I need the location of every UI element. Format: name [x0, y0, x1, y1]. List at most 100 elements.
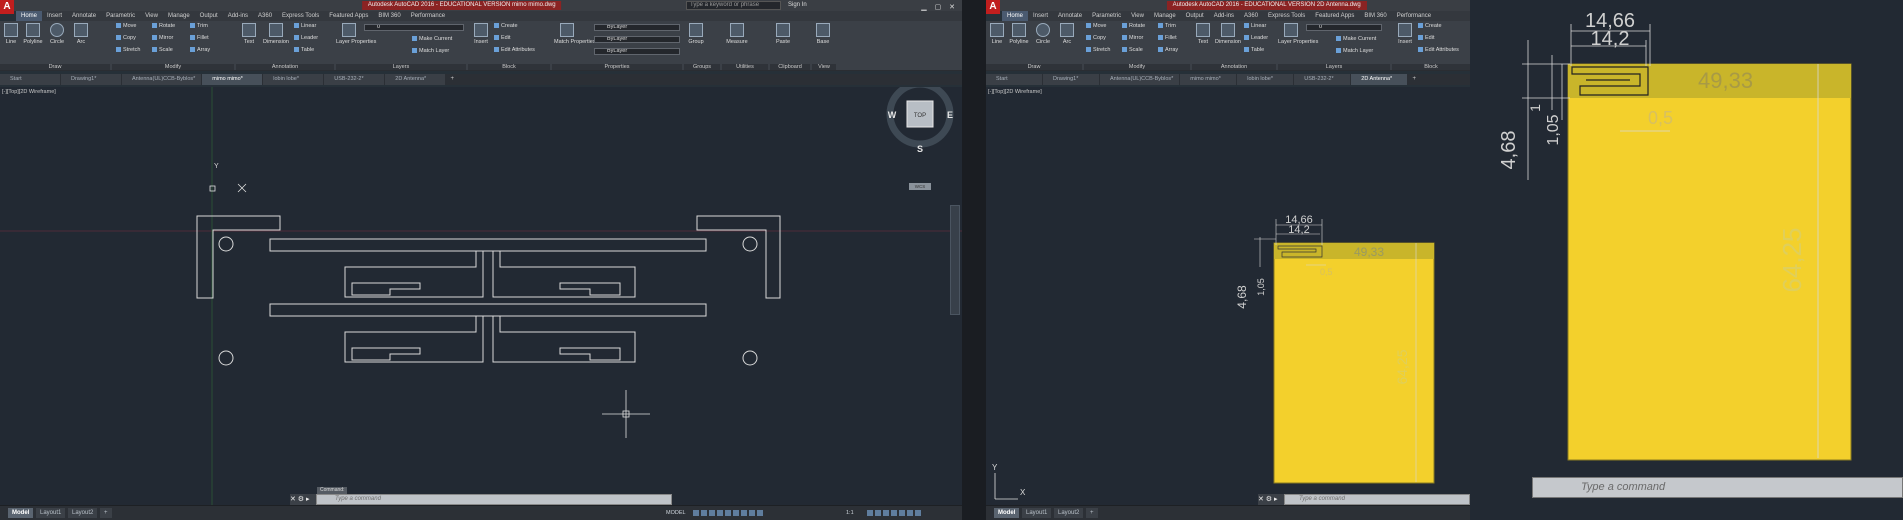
ribbon-tab-featured-apps[interactable]: Featured Apps: [1310, 11, 1359, 21]
panel-block[interactable]: Block: [1392, 64, 1470, 70]
layout-tab-layout1[interactable]: Layout1: [36, 508, 66, 518]
paste-tool[interactable]: Paste: [772, 23, 794, 46]
ribbon-tab-manage[interactable]: Manage: [1149, 11, 1181, 21]
move-tool[interactable]: Move: [116, 23, 136, 30]
mirror-tool[interactable]: Mirror: [1122, 35, 1143, 42]
create-block-tool[interactable]: Create: [494, 23, 518, 30]
circle-tool[interactable]: Circle: [1032, 23, 1054, 46]
array-tool[interactable]: Array: [190, 47, 210, 54]
layout-tab-model[interactable]: Model: [8, 508, 34, 518]
leader-tool[interactable]: Leader: [1244, 35, 1268, 42]
window-controls[interactable]: ▁ ▢ ✕: [921, 3, 958, 11]
panel-layers[interactable]: Layers: [1278, 64, 1390, 70]
color-dropdown[interactable]: ByLayer: [594, 24, 680, 31]
panel-properties[interactable]: Properties: [552, 64, 682, 70]
lineweight-dropdown[interactable]: ByLayer: [594, 48, 680, 55]
sign-in-link[interactable]: Sign In: [788, 1, 807, 10]
command-line-buttons[interactable]: ✕ ⚙ ▸: [290, 494, 316, 505]
search-input[interactable]: Type a keyword or phrase: [686, 1, 781, 10]
text-tool[interactable]: Text: [238, 23, 260, 46]
command-line-buttons[interactable]: ✕ ⚙ ▸: [1258, 494, 1284, 505]
copy-tool[interactable]: Copy: [1086, 35, 1106, 42]
file-tab-start[interactable]: Start: [986, 74, 1042, 85]
file-tab-drawing1[interactable]: Drawing1*: [61, 74, 121, 85]
new-tab-button[interactable]: +: [446, 74, 458, 85]
group-tool[interactable]: Group: [685, 23, 707, 46]
linear-dim-tool[interactable]: Linear: [1244, 23, 1266, 30]
file-tab-lobin[interactable]: lobin lobe*: [1237, 74, 1294, 85]
file-tab-lobin[interactable]: lobin lobe*: [263, 74, 324, 85]
stretch-tool[interactable]: Stretch: [1086, 47, 1110, 54]
ribbon-tab-home[interactable]: Home: [16, 11, 43, 21]
rotate-tool[interactable]: Rotate: [1122, 23, 1145, 30]
command-input[interactable]: Type a command: [1532, 477, 1903, 498]
file-tab-usb[interactable]: USB-232-2*: [324, 74, 385, 85]
layer-dropdown[interactable]: 0: [1306, 24, 1382, 31]
match-layer-tool[interactable]: Match Layer: [412, 48, 449, 55]
panel-draw[interactable]: Draw: [0, 64, 110, 70]
panel-modify[interactable]: Modify: [112, 64, 234, 70]
layout-tab-layout1[interactable]: Layout1: [1022, 508, 1052, 518]
file-tab-usb[interactable]: USB-232-2*: [1294, 74, 1351, 85]
arc-tool[interactable]: Arc: [1056, 23, 1078, 46]
stretch-tool[interactable]: Stretch: [116, 47, 140, 54]
scale-tool[interactable]: Scale: [1122, 47, 1143, 54]
circle-tool[interactable]: Circle: [46, 23, 68, 46]
autocad-logo-icon[interactable]: A: [0, 0, 14, 14]
polyline-tool[interactable]: Polyline: [1008, 23, 1030, 46]
ribbon-tab-annotate[interactable]: Annotate: [67, 11, 101, 21]
ribbon-tab-performance[interactable]: Performance: [1392, 11, 1436, 21]
layer-properties-tool[interactable]: Layer Properties: [336, 23, 376, 46]
table-tool[interactable]: Table: [294, 47, 314, 54]
autocad-logo-icon[interactable]: A: [986, 0, 1000, 14]
wcs-menu[interactable]: WCS: [915, 184, 926, 189]
edit-attributes-tool[interactable]: Edit Attributes: [494, 47, 535, 54]
ribbon-tab-view[interactable]: View: [1126, 11, 1149, 21]
ribbon-tab-addins[interactable]: Add-ins: [223, 11, 253, 21]
file-tab-2d-antenna[interactable]: 2D Antenna*: [385, 74, 446, 85]
insert-tool[interactable]: Insert: [470, 23, 492, 46]
drawing-canvas[interactable]: [-][Top][2D Wireframe] 14,66 14,2 49,33 …: [986, 87, 1470, 505]
ribbon-tab-bim360[interactable]: BIM 360: [1359, 11, 1391, 21]
annotation-scale[interactable]: 1:1: [846, 508, 854, 518]
ribbon-tab-bim360[interactable]: BIM 360: [373, 11, 405, 21]
fillet-tool[interactable]: Fillet: [190, 35, 209, 42]
ribbon-tab-express-tools[interactable]: Express Tools: [1263, 11, 1310, 21]
navigation-bar[interactable]: [950, 205, 960, 315]
layer-dropdown[interactable]: 0: [364, 24, 464, 31]
panel-annotation[interactable]: Annotation: [236, 64, 334, 70]
ribbon-tab-output[interactable]: Output: [195, 11, 223, 21]
ribbon-tab-view[interactable]: View: [140, 11, 163, 21]
arc-tool[interactable]: Arc: [70, 23, 92, 46]
insert-tool[interactable]: Insert: [1394, 23, 1416, 46]
base-tool[interactable]: Base: [812, 23, 834, 46]
make-current-tool[interactable]: Make Current: [412, 36, 452, 43]
match-layer-tool[interactable]: Match Layer: [1336, 48, 1373, 55]
file-tab-mimo[interactable]: mimo mimo*: [1180, 74, 1237, 85]
viewcube-west[interactable]: W: [888, 110, 897, 120]
ribbon-tab-manage[interactable]: Manage: [163, 11, 195, 21]
file-tab-2d-antenna[interactable]: 2D Antenna*: [1351, 74, 1408, 85]
zoomed-drawing-view[interactable]: 14,66 14,2 49,33 4,68 1,05 1 0,5 64,25 ✕…: [1470, 0, 1903, 520]
text-tool[interactable]: Text: [1192, 23, 1214, 46]
ribbon-tab-a360[interactable]: A360: [1239, 11, 1263, 21]
file-tab-drawing1[interactable]: Drawing1*: [1043, 74, 1099, 85]
panel-groups[interactable]: Groups: [684, 64, 720, 70]
viewcube-top[interactable]: TOP: [914, 113, 926, 119]
ribbon-tab-performance[interactable]: Performance: [406, 11, 450, 21]
new-tab-button[interactable]: +: [1408, 74, 1420, 85]
viewcube-east[interactable]: E: [947, 110, 953, 120]
ribbon-tab-home[interactable]: Home: [1002, 11, 1029, 21]
ribbon-tab-express-tools[interactable]: Express Tools: [277, 11, 324, 21]
create-block-tool[interactable]: Create: [1418, 23, 1442, 30]
table-tool[interactable]: Table: [1244, 47, 1264, 54]
leader-tool[interactable]: Leader: [294, 35, 318, 42]
panel-view[interactable]: View: [812, 64, 836, 70]
match-properties-tool[interactable]: Match Properties: [554, 23, 596, 46]
array-tool[interactable]: Array: [1158, 47, 1178, 54]
line-tool[interactable]: Line: [986, 23, 1008, 46]
layer-properties-tool[interactable]: Layer Properties: [1278, 23, 1318, 46]
measure-tool[interactable]: Measure: [724, 23, 750, 46]
panel-clipboard[interactable]: Clipboard: [770, 64, 810, 70]
file-tab-mimo[interactable]: mimo mimo*: [202, 74, 263, 85]
